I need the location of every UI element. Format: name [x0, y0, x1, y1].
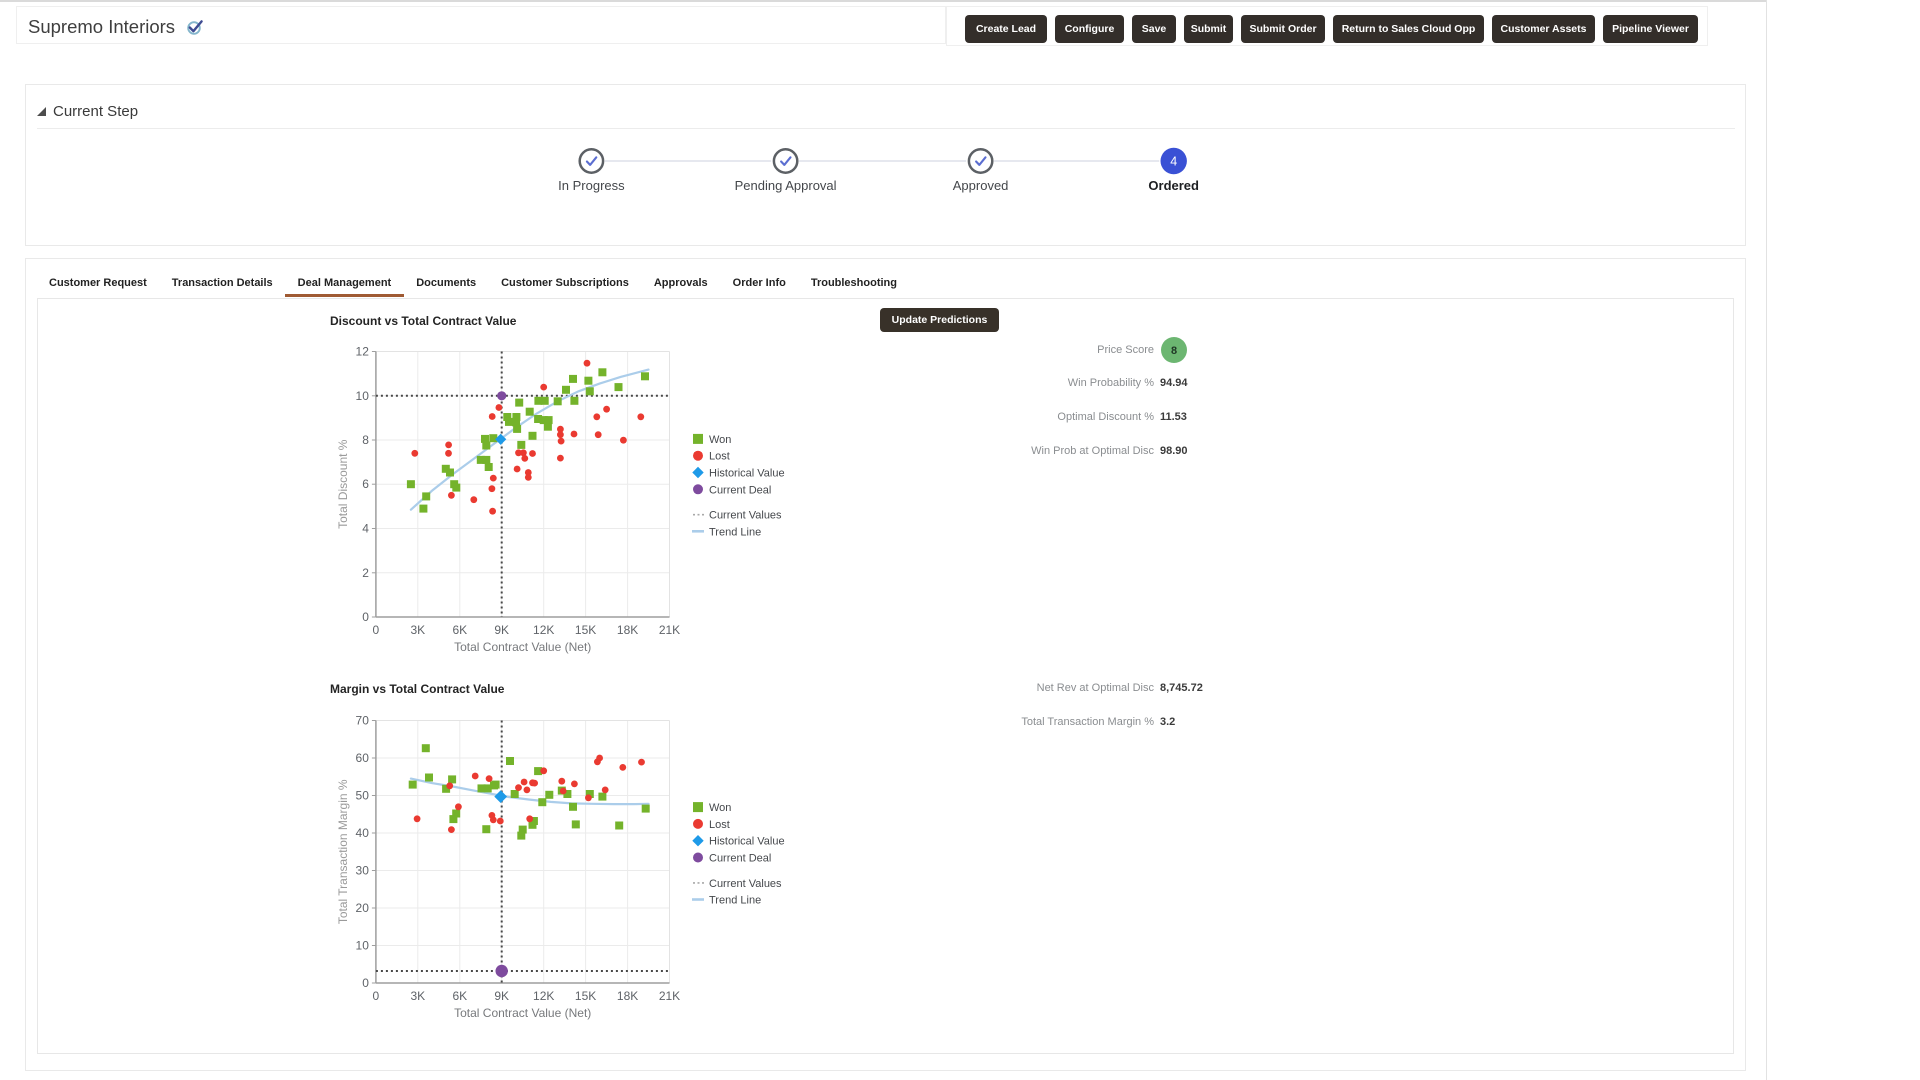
svg-text:4: 4: [1170, 155, 1177, 169]
svg-text:8: 8: [1171, 345, 1177, 357]
svg-text:Pending Approval: Pending Approval: [735, 178, 837, 193]
svg-text:Ordered: Ordered: [1148, 178, 1199, 193]
svg-text:Approved: Approved: [953, 178, 1009, 193]
svg-text:In Progress: In Progress: [558, 178, 625, 193]
